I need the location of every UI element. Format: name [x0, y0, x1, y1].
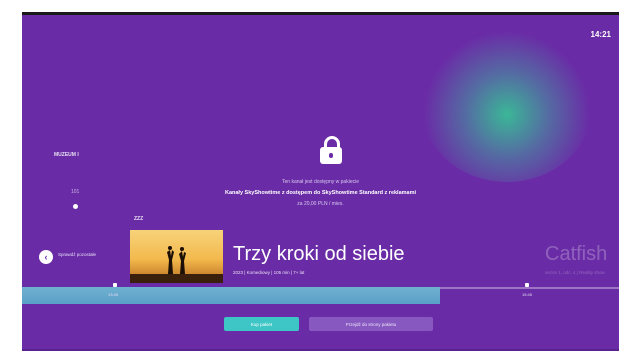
lock-message-package: Kanały SkyShowtime z dostępem do SkyShow… [224, 190, 417, 196]
lock-message-line1: Ten kanał jest dostępny w pakiecie [282, 179, 359, 185]
next-program-title[interactable]: Catfish [545, 243, 607, 266]
program-thumbnail[interactable] [130, 230, 223, 283]
timeline-progress [22, 287, 440, 304]
program-meta: 2023 | Komediowy | 105 min | 7+ lat [233, 270, 305, 275]
buy-package-button[interactable]: Kup pakiet [224, 317, 299, 331]
lock-icon [320, 136, 342, 164]
program-time-label: ZZZ [134, 216, 144, 222]
back-arrow-icon: ‹ [44, 251, 48, 262]
back-button[interactable]: ‹ [39, 250, 53, 264]
timeline-end-marker [525, 283, 529, 287]
top-bar [22, 12, 619, 15]
clock: 14:21 [590, 30, 611, 39]
back-button-label[interactable]: Sprawdź pozostałe [58, 252, 108, 258]
program-title: Trzy kroki od siebie [233, 243, 405, 265]
timeline-end-tick: 15:45 [522, 292, 533, 297]
movie-thumbnail-image [130, 230, 223, 283]
timeline-start-marker [113, 283, 117, 287]
timeline-start-tick: 13:45 [108, 292, 119, 297]
next-program-meta: sezon 1, odc. 4 | Reality show [545, 270, 605, 275]
go-to-package-button[interactable]: Przejdź do strony pakietu [309, 317, 433, 331]
channel-name: MUZEUM I [54, 152, 79, 158]
background-glow [422, 32, 592, 182]
tv-player-screen: 14:21 MUZEUM I 101 Ten kanał jest dostęp… [22, 12, 619, 351]
lock-message-price: za 20,00 PLN / mies. [297, 201, 344, 207]
